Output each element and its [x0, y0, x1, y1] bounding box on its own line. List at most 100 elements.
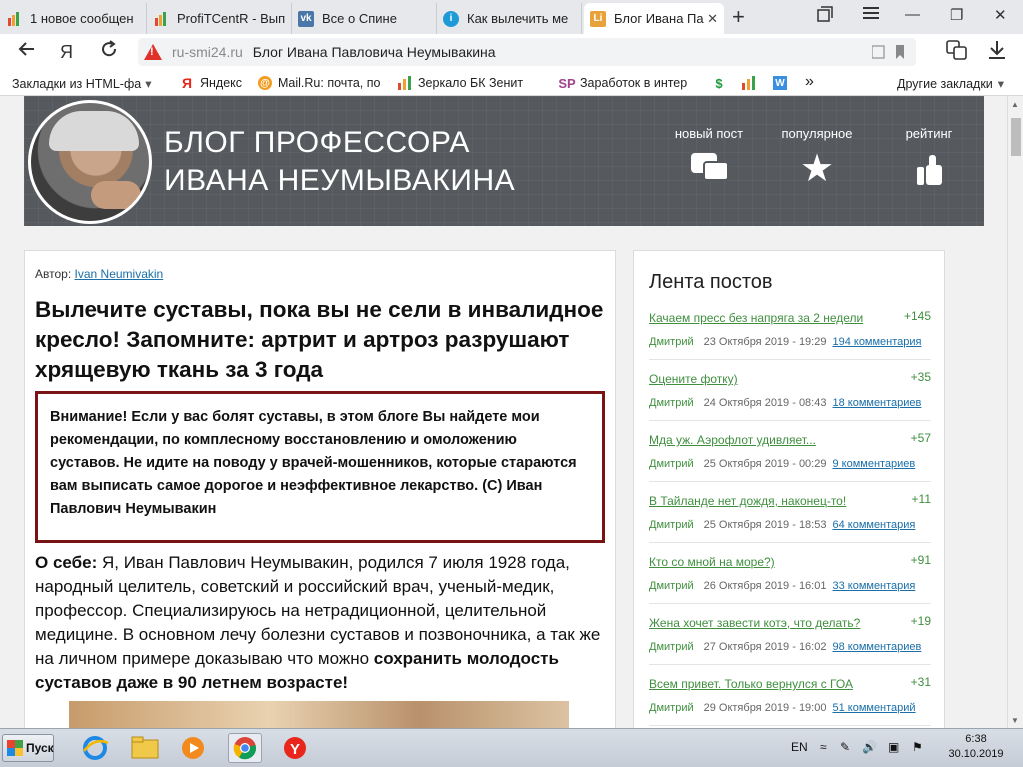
back-arrow-icon[interactable]	[18, 40, 36, 64]
post-divider	[649, 664, 931, 665]
post-comments-link[interactable]: 9 комментариев	[832, 458, 915, 470]
post-author[interactable]: Дмитрий	[649, 580, 694, 592]
post-comments-link[interactable]: 33 комментария	[832, 580, 915, 592]
feed-post: Оцените фотку) +35 Дмитрий 24 Октября 2019 …	[649, 370, 931, 421]
money-icon[interactable]: $	[712, 76, 732, 91]
article-headline: Вылечите суставы, пока вы не сели в инва…	[35, 297, 604, 382]
nav-rating[interactable]: рейтинг	[884, 126, 974, 189]
explorer-icon[interactable]	[128, 733, 162, 763]
tray-expand-icon[interactable]: ≈	[820, 740, 827, 754]
post-comments-link[interactable]: 64 комментария	[832, 519, 915, 531]
maximize-button[interactable]: ❐	[950, 6, 963, 24]
post-author[interactable]: Дмитрий	[649, 397, 694, 409]
tab-close-icon[interactable]: ✕	[707, 11, 718, 27]
author-avatar[interactable]	[28, 100, 152, 224]
tab-5-active[interactable]: Li Блог Ивана Па ✕	[584, 3, 724, 34]
flag-alert-icon[interactable]: ⚑	[912, 740, 923, 754]
bookmarks-bar: Закладки из HTML-фа ▾ Я Яндекс @ Mail.Ru…	[0, 70, 1023, 96]
author-label: Автор:	[35, 267, 72, 281]
address-bar-row: Я ru-smi24.ru Блог Ивана Павловича Неумы…	[0, 34, 1023, 70]
system-clock[interactable]: 6:38 30.10.2019	[944, 732, 1008, 762]
scrollbar-thumb[interactable]	[1011, 118, 1021, 156]
stats-icon[interactable]	[742, 76, 756, 90]
tab-3[interactable]: vk Все о Спине	[292, 3, 437, 34]
bookmark-zenit[interactable]: Зеркало БК Зенит	[398, 76, 523, 90]
start-label: Пуск	[26, 741, 54, 755]
post-title-link[interactable]: Жена хочет завести котэ, что делать?	[649, 616, 860, 630]
tab-1[interactable]: 1 новое сообщен	[0, 3, 147, 34]
nav-popular[interactable]: популярное ★	[772, 126, 862, 189]
warning-icon[interactable]	[144, 44, 162, 60]
more-bookmarks-button[interactable]: »	[805, 73, 814, 91]
post-author[interactable]: Дмитрий	[649, 702, 694, 714]
web-page: БЛОГ ПРОФЕССОРА ИВАНА НЕУМЫВАКИНА новый …	[0, 96, 1007, 728]
volume-icon[interactable]: 🔊	[862, 740, 877, 754]
start-button[interactable]: Пуск	[2, 734, 54, 762]
tablist-icon[interactable]	[817, 6, 833, 26]
post-author[interactable]: Дмитрий	[649, 641, 694, 653]
url-page-title: Блог Ивана Павловича Неумывакина	[252, 44, 496, 60]
post-title-link[interactable]: Всем привет. Только вернулся с ГОА	[649, 677, 853, 691]
notice-text: Внимание! Если у вас болят суставы, в эт…	[50, 409, 577, 517]
pen-icon[interactable]: ✎	[840, 740, 850, 754]
translate-icon[interactable]	[946, 40, 968, 66]
scroll-up-icon[interactable]: ▲	[1011, 100, 1019, 109]
post-date: 25 Октября 2019 - 18:53	[703, 519, 827, 531]
bookmark-mailru[interactable]: @ Mail.Ru: почта, по	[258, 76, 380, 90]
feed-post: Мда уж. Аэрофлот удивляет... +57 Дмитрий 25…	[649, 431, 931, 482]
post-author[interactable]: Дмитрий	[649, 458, 694, 470]
download-icon[interactable]	[988, 40, 1006, 66]
yandex-logo[interactable]: Я	[60, 42, 73, 63]
new-tab-button[interactable]: +	[732, 4, 745, 30]
post-score: +11	[911, 492, 931, 506]
post-meta: Дмитрий 25 Октября 2019 - 00:29 9 коммента…	[649, 458, 931, 470]
reload-icon[interactable]	[100, 40, 118, 64]
post-comments-link[interactable]: 194 комментария	[832, 336, 921, 348]
bookmark-yandex[interactable]: Я Яндекс	[180, 75, 242, 91]
menu-icon[interactable]	[863, 6, 879, 24]
bookmark-label: Заработок в интер	[580, 76, 688, 90]
author-link[interactable]: Ivan Neumivakin	[75, 267, 164, 281]
yandex-browser-icon[interactable]: Y	[278, 733, 312, 763]
tab-label: 1 новое сообщен	[30, 11, 134, 26]
bookmark-zarabotok[interactable]: SP Заработок в интер	[558, 76, 688, 91]
tab-4[interactable]: i Как вылечить ме	[437, 3, 582, 34]
zenit-icon	[398, 76, 412, 90]
minimize-button[interactable]: —	[905, 6, 920, 23]
chrome-icon[interactable]	[228, 733, 262, 763]
tab-2[interactable]: ProfiTCentR - Вып	[147, 3, 292, 34]
blog-title[interactable]: БЛОГ ПРОФЕССОРА ИВАНА НЕУМЫВАКИНА	[164, 124, 515, 200]
post-score: +19	[910, 614, 931, 628]
post-title-link[interactable]: Оцените фотку)	[649, 372, 738, 386]
other-bookmarks[interactable]: Другие закладки ▾	[897, 76, 1005, 92]
post-title-link[interactable]: Качаем пресс без напряга за 2 недели	[649, 311, 863, 325]
nav-new-post[interactable]: новый пост	[664, 126, 754, 189]
star-icon: ★	[799, 148, 835, 190]
post-title-link[interactable]: Мда уж. Аэрофлот удивляет...	[649, 433, 816, 447]
ie-icon[interactable]	[78, 733, 112, 763]
media-player-icon[interactable]	[176, 733, 210, 763]
post-title-link[interactable]: Кто со мной на море?)	[649, 555, 775, 569]
omnibox[interactable]: ru-smi24.ru Блог Ивана Павловича Неумыва…	[138, 38, 916, 66]
word-icon[interactable]: W	[773, 76, 793, 90]
post-author[interactable]: Дмитрий	[649, 519, 694, 531]
bookmark-flag-icon[interactable]	[871, 44, 906, 63]
article-image	[69, 701, 569, 728]
language-indicator[interactable]: EN	[791, 740, 808, 754]
post-author[interactable]: Дмитрий	[649, 336, 694, 348]
feed-post: Жена хочет завести котэ, что делать? +19 Д…	[649, 614, 931, 665]
close-button[interactable]: ✕	[994, 6, 1007, 24]
post-title-link[interactable]: В Тайланде нет дождя, наконец-то!	[649, 494, 846, 508]
post-comments-link[interactable]: 18 комментариев	[832, 397, 921, 409]
tab-label: Блог Ивана Па	[614, 11, 704, 26]
post-divider	[649, 603, 931, 604]
post-comments-link[interactable]: 51 комментарий	[832, 702, 915, 714]
bookmark-html-folder[interactable]: Закладки из HTML-фа ▾	[12, 76, 151, 92]
scroll-down-icon[interactable]: ▼	[1011, 716, 1019, 725]
network-icon[interactable]: ▣	[888, 740, 899, 754]
tab-label: Как вылечить ме	[467, 11, 569, 26]
post-comments-link[interactable]: 98 комментариев	[832, 641, 921, 653]
chevron-down-icon: ▾	[997, 77, 1005, 91]
nav-label: популярное	[781, 126, 853, 141]
page-scrollbar[interactable]: ▲ ▼	[1007, 96, 1023, 728]
